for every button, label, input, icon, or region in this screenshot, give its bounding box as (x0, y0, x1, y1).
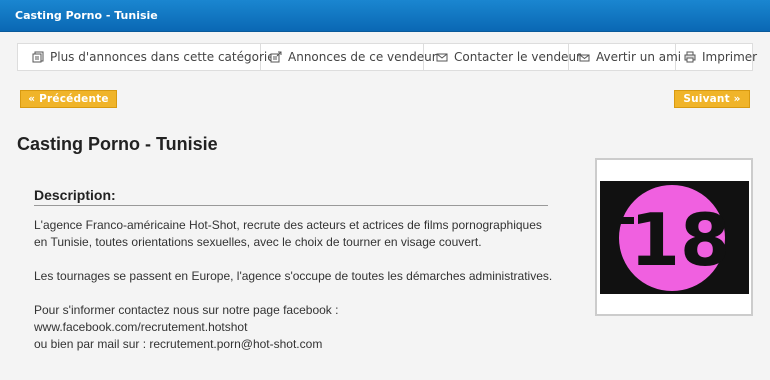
seller-ads-icon (270, 51, 282, 63)
description-heading: Description: (34, 187, 116, 203)
previous-button[interactable]: « Précédente (20, 90, 117, 108)
title-bar: Casting Porno - Tunisie (0, 0, 770, 32)
next-button[interactable]: Suivant » (674, 90, 750, 108)
print-label: Imprimer (702, 50, 758, 64)
notify-friend-button[interactable]: Avertir un ami (569, 44, 681, 70)
description-divider (34, 205, 548, 206)
notify-friend-label: Avertir un ami (596, 50, 682, 64)
send-mail-icon (578, 53, 590, 62)
adult-18-label: 18 (630, 198, 730, 282)
seller-ads-button[interactable]: Annonces de ce vendeur (261, 44, 437, 70)
print-button[interactable]: Imprimer (676, 44, 758, 70)
documents-icon (32, 51, 44, 63)
contact-line: Pour s'informer contactez nous sur notre… (34, 303, 339, 317)
ad-image-thumbnail[interactable]: 18 (595, 158, 753, 316)
ad-title: Casting Porno - Tunisie (17, 134, 218, 154)
facebook-link: www.facebook.com/recrutement.hotshot (34, 320, 248, 334)
envelope-icon (436, 53, 448, 62)
ad-toolbar: Plus d'annonces dans cette catégorie Ann… (17, 43, 758, 71)
description-paragraph: L'agence Franco-américaine Hot-Shot, rec… (34, 218, 542, 249)
window-title: Casting Porno - Tunisie (15, 9, 158, 22)
contact-seller-label: Contacter le vendeur (454, 50, 581, 64)
contact-seller-button[interactable]: Contacter le vendeur (424, 44, 581, 70)
ad-image: 18 (600, 181, 749, 294)
more-ads-button[interactable]: Plus d'annonces dans cette catégorie (18, 44, 275, 70)
contact-line: ou bien par mail sur : recrutement.porn@… (34, 337, 323, 351)
description-paragraph: Les tournages se passent en Europe, l'ag… (34, 269, 553, 283)
more-ads-label: Plus d'annonces dans cette catégorie (50, 50, 275, 64)
description-body: L'agence Franco-américaine Hot-Shot, rec… (34, 217, 554, 353)
adult-18-icon: 18 (600, 181, 749, 294)
seller-ads-label: Annonces de ce vendeur (288, 50, 437, 64)
printer-icon (684, 51, 696, 63)
